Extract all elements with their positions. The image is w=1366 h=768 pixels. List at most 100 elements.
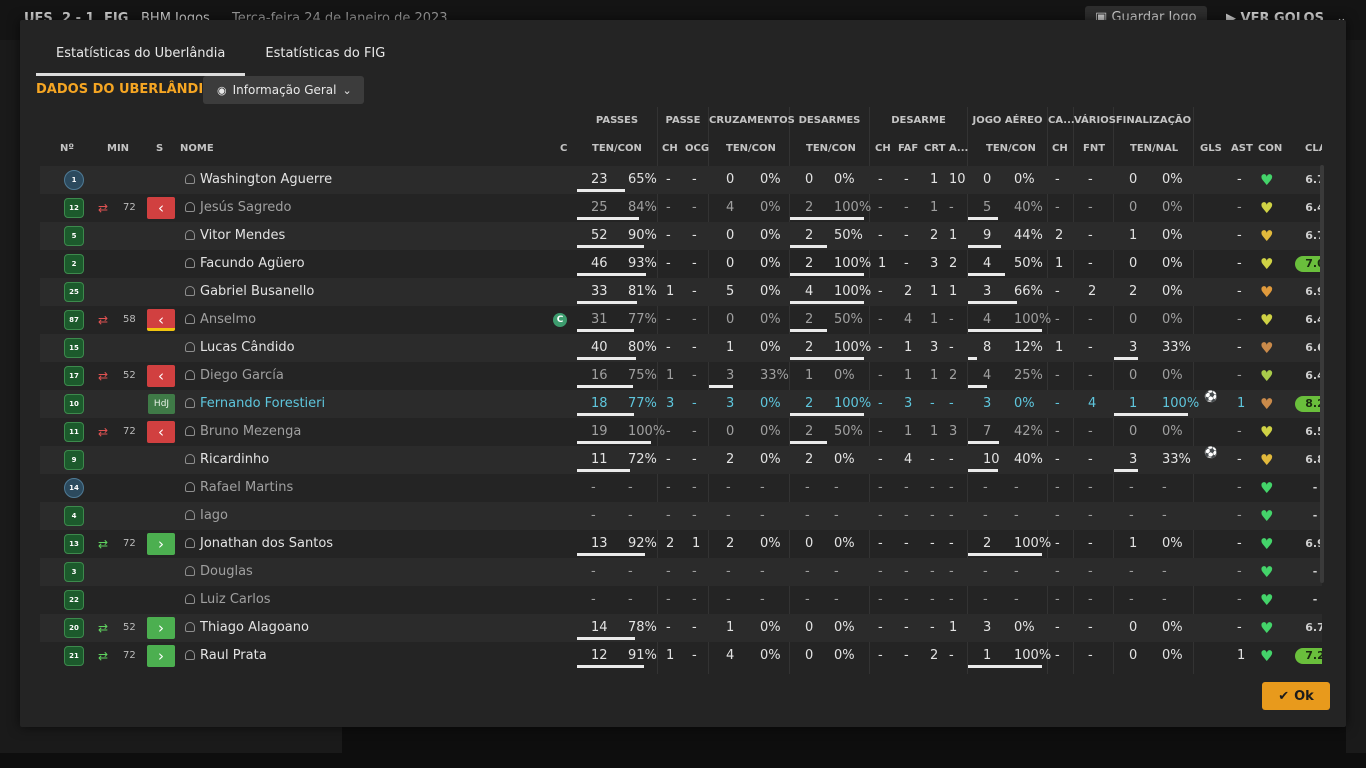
player-name[interactable]: Gabriel Busanello <box>200 278 314 306</box>
player-row[interactable]: 1 Washington Aguerre 23 65% - -0 0% 0 0% - -1 10 0 0%… <box>40 166 1322 194</box>
tackle-ch: - <box>878 396 883 411</box>
player-row[interactable]: 21 ⇄ 72 › Raul Prata 12 91% 1-4 0% 0 0% - -2-1 100% - -… <box>40 642 1322 670</box>
pass-ocg: - <box>692 396 697 411</box>
tackles-bar <box>790 413 864 416</box>
player-name[interactable]: Facundo Agüero <box>200 250 305 278</box>
player-name[interactable]: Jonathan dos Santos <box>200 530 333 558</box>
player-row[interactable]: 9 Ricardinho 11 72% - -2 0% 2 0% -4- -10 40% - -3 33% ⚽… <box>40 446 1322 474</box>
col-header-assists[interactable]: AST <box>1231 143 1253 154</box>
player-row[interactable]: 3 Douglas - - - - - - - - - - - - - - - - - - - ♥ - <box>40 558 1322 586</box>
col-header-tackles[interactable]: TEN/CON <box>806 143 856 154</box>
tackles-bar <box>790 273 864 276</box>
player-name[interactable]: Jesús Sagredo <box>200 194 291 222</box>
player-name[interactable]: Anselmo <box>200 306 256 334</box>
col-header-name[interactable]: NOME <box>180 143 214 154</box>
col-header-crosses[interactable]: TEN/CON <box>726 143 776 154</box>
aerial-bar <box>968 301 1017 304</box>
shirt-number-icon: 25 <box>64 282 84 302</box>
finishing-percent: 33% <box>1162 452 1191 467</box>
player-row[interactable]: 22 Luiz Carlos - - - - - - - - - - - - - - - - - - - ♥ - <box>40 586 1322 614</box>
player-name[interactable]: Bruno Mezenga <box>200 418 301 446</box>
player-name[interactable]: Vitor Mendes <box>200 222 285 250</box>
col-header-tackle-crt[interactable]: CRT <box>924 143 945 154</box>
passes-bar <box>577 385 633 388</box>
tab-home-stats[interactable]: Estatísticas do Uberlândia <box>36 40 246 76</box>
aerial-bar <box>968 665 1042 668</box>
player-row[interactable]: 4 Iago - - - - - - - - - - - - - - - - - - - ♥ - <box>40 502 1322 530</box>
player-name[interactable]: Douglas <box>200 558 253 586</box>
player-name[interactable]: Fernando Forestieri <box>200 390 325 418</box>
tackle-ch: - <box>878 228 883 243</box>
col-header-fnt[interactable]: FNT <box>1083 143 1105 154</box>
passes-percent: - <box>628 564 633 579</box>
assists: 1 <box>1237 396 1246 411</box>
heart-icon: ♥ <box>1260 535 1274 553</box>
person-icon <box>185 202 195 212</box>
col-header-goals[interactable]: GLS <box>1200 143 1222 154</box>
vertical-scrollbar[interactable] <box>1320 165 1324 583</box>
tab-away-stats[interactable]: Estatísticas do FIG <box>245 40 405 76</box>
finishing-attempts: 0 <box>1129 312 1138 327</box>
aerial-attempts: - <box>983 564 988 579</box>
player-name[interactable]: Iago <box>200 502 228 530</box>
player-row[interactable]: 13 ⇄ 72 › Jonathan dos Santos 13 92% 2 1 2 0% 0 0% - -… <box>40 530 1322 558</box>
tackles-bar <box>790 357 864 360</box>
player-name[interactable]: Washington Aguerre <box>200 166 332 194</box>
aerial-attempts: - <box>983 592 988 607</box>
person-icon <box>185 482 195 492</box>
fouls-fnt: - <box>1088 312 1093 327</box>
col-header-captain[interactable]: C <box>560 143 567 154</box>
col-header-con[interactable]: CON <box>1258 143 1282 154</box>
aerial-percent: - <box>1014 480 1019 495</box>
col-header-number[interactable]: Nº <box>60 143 74 154</box>
col-header-passes[interactable]: TEN/CON <box>592 143 642 154</box>
player-row[interactable]: 17 ⇄ 52 ‹ Diego García 16 75% 1-3 33% 1 0% -1 1 2 4 25%… <box>40 362 1322 390</box>
player-row[interactable]: 11 ⇄ 72 ‹ Bruno Mezenga 19 100% - -0 0% 2 50% -1 1 3 7 4… <box>40 418 1322 446</box>
aerial-percent: 50% <box>1014 256 1043 271</box>
col-header-min[interactable]: MIN <box>107 143 129 154</box>
player-name[interactable]: Diego García <box>200 362 284 390</box>
fouls-fnt: - <box>1088 256 1093 271</box>
col-header-tackle-faf[interactable]: FAF <box>898 143 918 154</box>
player-name[interactable]: Ricardinho <box>200 446 269 474</box>
player-row[interactable]: 14 Rafael Martins - - - - - - - - - - - - - - - - - - - ♥ - <box>40 474 1322 502</box>
shirt-number-icon: 22 <box>64 590 84 610</box>
col-header-finishing[interactable]: TEN/NAL <box>1130 143 1178 154</box>
fouls-fnt: - <box>1088 592 1093 607</box>
view-dropdown[interactable]: ◉ Informação Geral ⌄ <box>203 76 364 104</box>
pass-ocg: - <box>692 228 697 243</box>
passes-bar <box>577 217 639 220</box>
col-header-pass-ocg[interactable]: OCG <box>685 143 709 154</box>
heart-icon: ♥ <box>1260 283 1274 301</box>
fouls-fnt: - <box>1088 452 1093 467</box>
minutes-played: 72 <box>123 426 136 437</box>
player-rating: - <box>1312 481 1318 494</box>
person-icon <box>185 538 195 548</box>
aerial-bar <box>968 357 977 360</box>
ok-button[interactable]: ✔ Ok <box>1262 682 1330 710</box>
tackle-faf: - <box>904 620 909 635</box>
passes-attempts: - <box>591 508 596 523</box>
player-row[interactable]: 2 Facundo Agüero 46 93% - -0 0% 2 100% 1-3 2 4 50% 1-… <box>40 250 1322 278</box>
player-name[interactable]: Thiago Alagoano <box>200 614 309 642</box>
player-row[interactable]: 20 ⇄ 52 › Thiago Alagoano 14 78% - -1 0% 0 0% - - -1 3 0… <box>40 614 1322 642</box>
col-header-ca-ch[interactable]: CH <box>1052 143 1068 154</box>
col-header-sub[interactable]: S <box>156 143 163 154</box>
col-header-tackle-ch[interactable]: CH <box>875 143 891 154</box>
col-header-rating[interactable]: CLA <box>1305 143 1322 154</box>
col-header-aerial[interactable]: TEN/CON <box>986 143 1036 154</box>
sub-on-icon: ⇄ <box>98 649 109 663</box>
player-name[interactable]: Raul Prata <box>200 642 267 670</box>
player-row[interactable]: 87 ⇄ 58 ‹ Anselmo C 31 77% - -0 0% 2 50% -4 1-4 100% - -0… <box>40 306 1322 334</box>
player-row[interactable]: 15 Lucas Cândido 40 80% - -1 0% 2 100% -1 3-8 12% 1-… <box>40 334 1322 362</box>
col-header-tackle-a[interactable]: A... <box>949 143 968 154</box>
pass-ocg: - <box>692 508 697 523</box>
player-name[interactable]: Lucas Cândido <box>200 334 295 362</box>
col-header-pass-ch[interactable]: CH <box>662 143 678 154</box>
player-row[interactable]: 25 Gabriel Busanello 33 81% 1-5 0% 4 100% -2 1 1 3 6… <box>40 278 1322 306</box>
player-row[interactable]: 5 Vitor Mendes 52 90% - -0 0% 2 50% - -2 1 9 44% 2-1 0%… <box>40 222 1322 250</box>
player-row[interactable]: 10 HdJ Fernando Forestieri 18 77% 3-3 0% 2 100% -… <box>40 390 1322 418</box>
player-name[interactable]: Rafael Martins <box>200 474 293 502</box>
player-row[interactable]: 12 ⇄ 72 ‹ Jesús Sagredo 25 84% - -4 0% 2 100% - -1-5 4… <box>40 194 1322 222</box>
player-name[interactable]: Luiz Carlos <box>200 586 271 614</box>
